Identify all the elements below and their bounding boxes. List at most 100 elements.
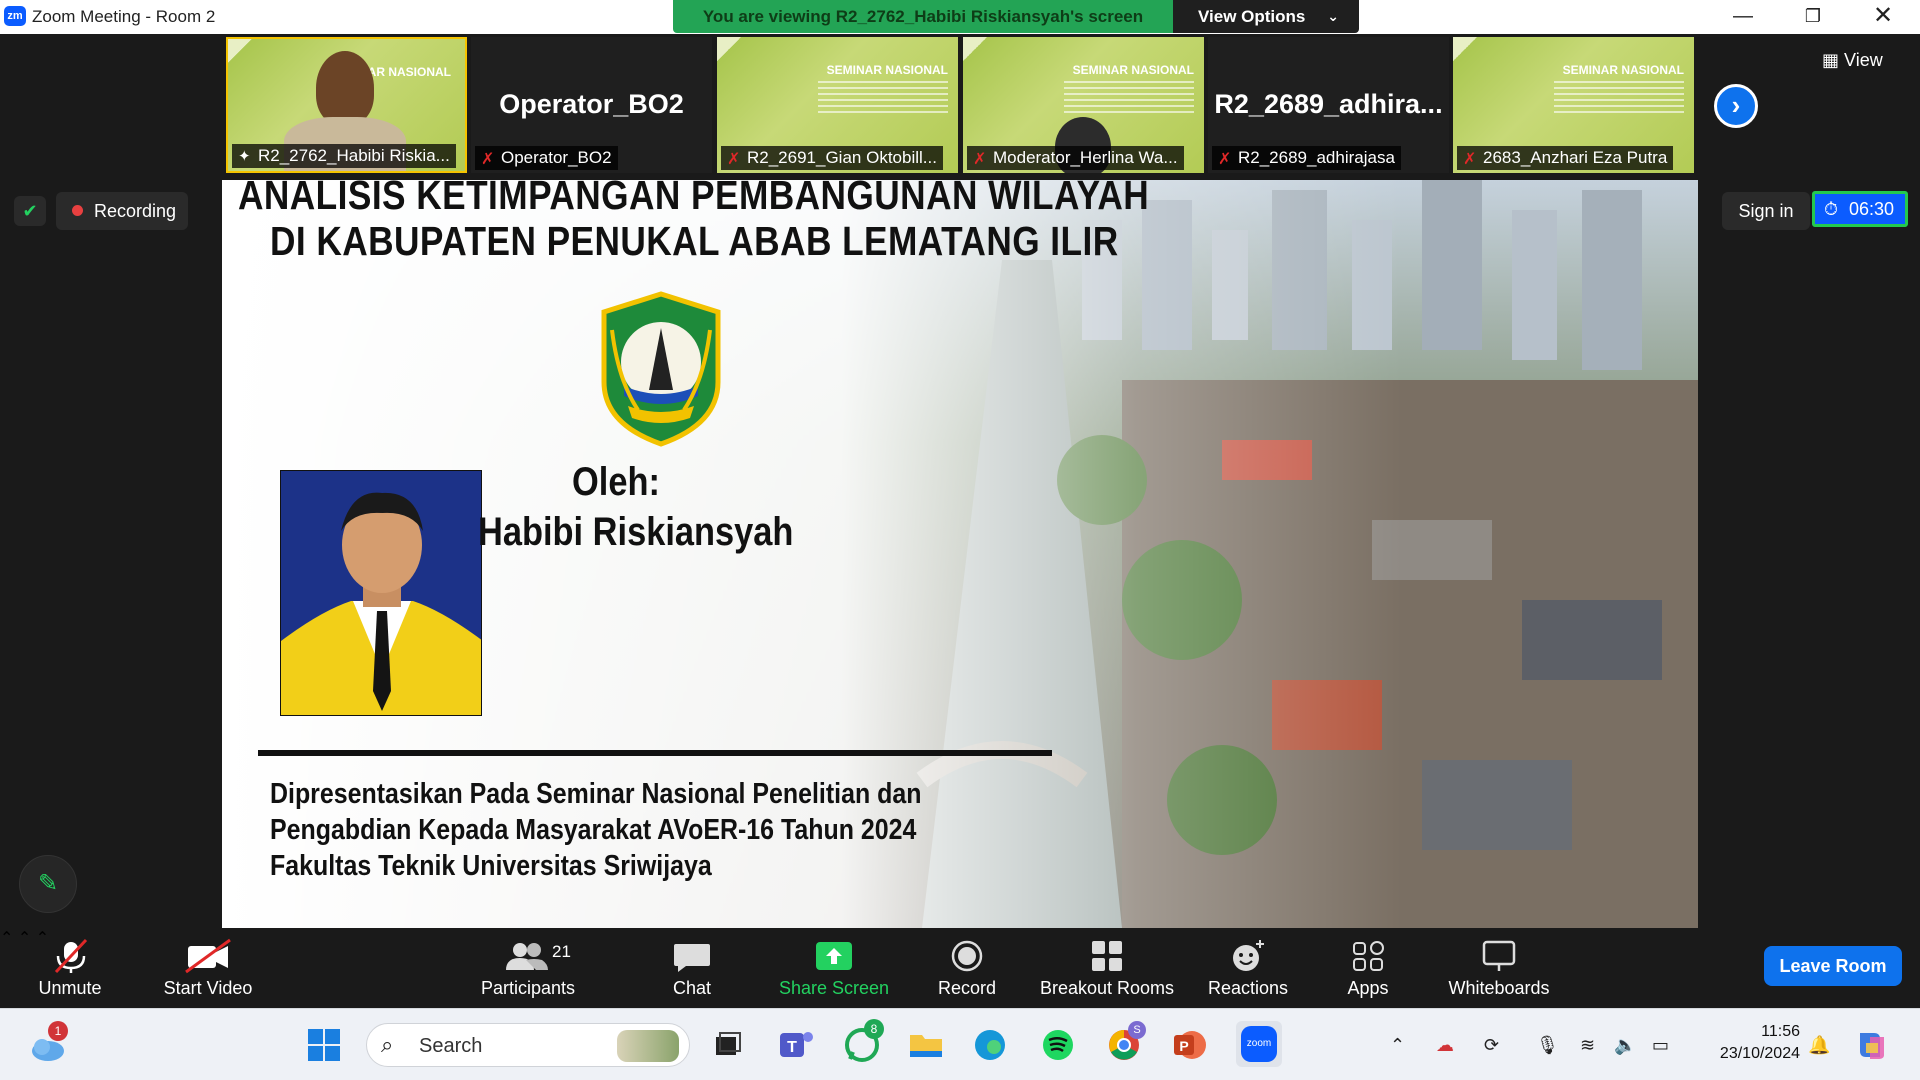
search-placeholder: Search [419,1035,483,1057]
spotify-icon[interactable] [1038,1025,1078,1065]
share-screen-button[interactable]: Share Screen [770,928,898,1008]
recording-indicator[interactable]: Recording [56,192,188,230]
participant-tile-habibi[interactable]: AR NASIONAL ✦ R2_2762_Habibi Riskia... [226,37,467,173]
participant-label: ✗ Moderator_Herlina Wa... [967,146,1184,170]
muted-mic-icon: ✗ [727,151,741,168]
thumb-subtitle [818,81,948,113]
record-button[interactable]: Record [920,928,1014,1008]
breakout-rooms-label: Breakout Rooms [1039,978,1175,998]
participant-name-large: Operator_BO2 [499,89,684,119]
thumb-decoration [717,37,757,77]
show-hidden-icons-icon[interactable]: ⌃ [1390,1035,1405,1056]
participant-tile-herlina[interactable]: SEMINAR NASIONAL ✗ Moderator_Herlina Wa..… [963,37,1204,173]
annotate-pencil-icon[interactable]: ✎ [19,855,77,913]
clock-time: 11:56 [1761,1023,1800,1040]
chevron-down-icon: ⌄ [1327,8,1339,24]
thumb-decoration [963,37,1003,77]
next-page-arrow-icon[interactable]: › [1714,84,1758,128]
viewing-banner: You are viewing R2_2762_Habibi Riskiansy… [673,0,1173,33]
record-label: Record [937,978,997,998]
oleh-label: Oleh: [572,460,660,504]
taskbar-clock[interactable]: 11:56 23/10/2024 [1700,1021,1800,1065]
taskbar-search-box[interactable]: ⌕ Search [366,1023,690,1067]
slide-footer-line-1: Dipresentasikan Pada Seminar Nasional Pe… [270,778,922,810]
muted-mic-icon: ✗ [481,151,495,168]
battery-icon[interactable]: ▭ [1652,1035,1669,1056]
presenter-photo [280,470,482,716]
thumb-seminar-text: SEMINAR NASIONAL [1072,63,1194,77]
thumb-seminar-text: SEMINAR NASIONAL [826,63,948,77]
whatsapp-badge: 8 [864,1019,884,1039]
breakout-rooms-button[interactable]: Breakout Rooms [1034,928,1180,1008]
chat-button[interactable]: Chat [652,928,732,1008]
reactions-button[interactable]: Reactions [1198,928,1298,1008]
view-options-button[interactable]: View Options ⌄ [1173,0,1359,33]
search-highlight-icon [617,1030,679,1062]
onedrive-error-icon[interactable]: ☁ [1436,1035,1454,1056]
share-screen-label: Share Screen [778,978,890,998]
clock-date: 23/10/2024 [1719,1045,1800,1062]
close-button[interactable]: ✕ [1848,0,1918,34]
zoom-app-label: zoom [1241,1026,1277,1062]
unmute-button[interactable]: Unmute [20,928,120,1008]
view-button[interactable]: ▦ View [1822,50,1883,71]
participant-tile-operator[interactable]: Operator_BO2 ✗ Operator_BO2 [471,37,712,173]
participant-label: ✗ 2683_Anzhari Eza Putra [1457,146,1674,170]
chrome-icon[interactable]: S [1104,1021,1146,1065]
zoom-logo-icon: zm [4,6,26,26]
participant-tile-gian[interactable]: SEMINAR NASIONAL ✗ R2_2691_Gian Oktobill.… [717,37,958,173]
whiteboards-button[interactable]: Whiteboards [1434,928,1564,1008]
participant-tile-adhirajasa[interactable]: R2_2689_adhira... ✗ R2_2689_adhirajasa [1208,37,1449,173]
whatsapp-icon[interactable]: 8 [842,1019,884,1065]
svg-text:P: P [1179,1038,1188,1054]
powerpoint-icon[interactable]: P [1170,1025,1210,1065]
participant-label: ✦ R2_2762_Habibi Riskia... [232,144,456,168]
shared-screen-slide: ANALISIS KETIMPANGAN PEMBANGUNAN WILAYAH… [222,180,1698,928]
task-view-icon[interactable] [708,1025,748,1065]
sign-in-button[interactable]: Sign in [1722,192,1810,230]
microphone-icon[interactable]: 🎙 [1536,1035,1559,1056]
audio-options-caret-icon[interactable]: ⌃ [0,930,13,947]
zoom-taskbar-icon[interactable]: zoom [1236,1021,1282,1067]
participants-button[interactable]: 21 Participants [470,928,586,1008]
thumb-subtitle [1064,81,1194,113]
apps-label: Apps [1347,978,1389,998]
apps-button[interactable]: Apps [1326,928,1410,1008]
unmute-label: Unmute [38,978,102,998]
sync-icon[interactable]: ⟳ [1484,1035,1499,1056]
restore-button[interactable]: ❐ [1778,0,1848,34]
shield-icon[interactable]: ✔ [14,196,46,226]
leave-room-button[interactable]: Leave Room [1764,946,1902,986]
meeting-toolbar: Unmute ⌃ Start Video ⌃ 21 Participants C… [0,928,1920,1008]
slide-footer-line-3: Fakultas Teknik Universitas Sriwijaya [270,850,712,882]
weather-icon[interactable]: 1 [28,1021,68,1065]
muted-mic-icon: ✗ [973,151,987,168]
slide-title-line-2: DI KABUPATEN PENUKAL ABAB LEMATANG ILIR [270,218,1119,264]
start-video-label: Start Video [163,978,253,998]
notification-bell-icon[interactable]: 🔔 [1808,1035,1830,1056]
windows-taskbar: 1 ⌕ Search T 8 S P zoom ⌃ ☁ ⟳ 🎙 ≋ 🔈 ▭ 11… [0,1008,1920,1080]
speaker-icon[interactable]: 🔈 [1614,1035,1636,1056]
file-explorer-icon[interactable] [906,1025,946,1065]
record-icon [951,940,983,972]
copilot-icon[interactable] [1852,1025,1892,1065]
muted-mic-icon: ✗ [1463,151,1477,168]
participant-tile-anzhari[interactable]: SEMINAR NASIONAL ✗ 2683_Anzhari Eza Putra [1453,37,1694,173]
participant-face [316,51,374,125]
teams-icon[interactable]: T [776,1025,816,1065]
regency-emblem-icon [601,291,721,447]
wifi-icon[interactable]: ≋ [1580,1035,1595,1056]
thumb-decoration [228,39,268,79]
search-icon: ⌕ [381,1032,394,1057]
start-video-button[interactable]: Start Video [150,928,266,1008]
chrome-profile-badge: S [1128,1021,1146,1039]
weather-badge: 1 [48,1021,68,1041]
edge-icon[interactable] [970,1025,1010,1065]
meeting-timer[interactable]: ⏱ 06:30 [1812,191,1908,227]
start-menu-icon[interactable] [304,1025,344,1065]
muted-mic-icon: ✗ [1218,151,1232,168]
whiteboards-label: Whiteboards [1448,978,1550,998]
minimize-button[interactable]: — [1708,0,1778,34]
zoom-window: zm Zoom Meeting - Room 2 You are viewing… [0,0,1920,1080]
participant-label: ✗ R2_2691_Gian Oktobill... [721,146,943,170]
